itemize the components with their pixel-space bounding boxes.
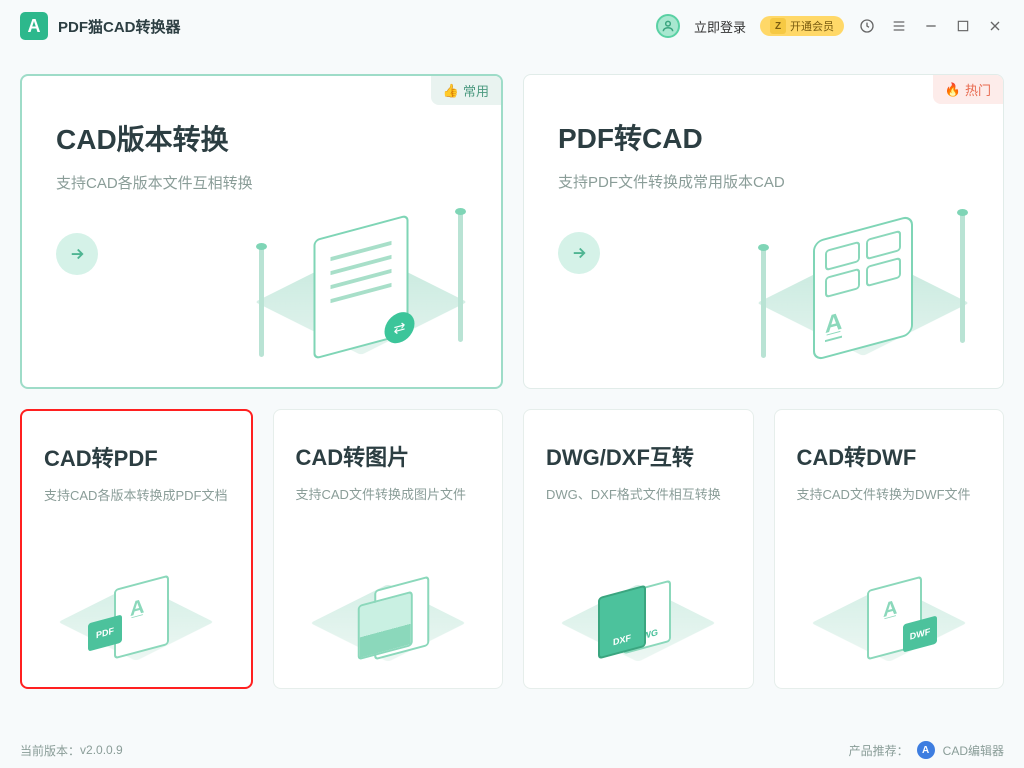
card-title: CAD转DWF [797,440,982,472]
menu-icon[interactable] [890,17,908,35]
user-avatar[interactable] [656,14,680,38]
tools-row: CAD转PDF 支持CAD各版本转换成PDF文档 A̲ PDF CAD转图片 支… [20,409,1004,689]
recommend-icon: A [917,741,935,759]
card-title: CAD转图片 [296,440,481,472]
close-icon[interactable] [986,17,1004,35]
login-link[interactable]: 立即登录 [694,17,746,36]
card-cad-to-dwf[interactable]: CAD转DWF 支持CAD文件转换为DWF文件 A̲ DWF [774,409,1005,689]
fire-icon: 🔥 [945,82,961,98]
arrow-button[interactable] [56,233,98,275]
illustration: A̲ PDF [66,547,206,677]
card-subtitle: DWG、DXF格式文件相互转换 [546,484,731,503]
titlebar: A PDF猫CAD转换器 立即登录 Z 开通会员 [0,0,1024,52]
history-icon[interactable] [858,17,876,35]
card-subtitle: 支持CAD文件转换成图片文件 [296,484,481,503]
footer-right: 产品推荐： A CAD编辑器 [849,741,1004,759]
card-subtitle: 支持CAD各版本转换成PDF文档 [44,485,229,504]
badge-hot: 🔥 热门 [933,75,1003,104]
featured-row: 👍 常用 CAD版本转换 支持CAD各版本文件互相转换 ⇄ 🔥 热门 [20,74,1004,389]
illustration: DWG DXF [568,548,708,678]
version-label: 当前版本： [20,742,80,759]
card-dwg-dxf-convert[interactable]: DWG/DXF互转 DWG、DXF格式文件相互转换 DWG DXF [523,409,754,689]
card-cad-to-image[interactable]: CAD转图片 支持CAD文件转换成图片文件 A̲ [273,409,504,689]
card-cad-version-convert[interactable]: 👍 常用 CAD版本转换 支持CAD各版本文件互相转换 ⇄ [20,74,503,389]
card-pdf-to-cad[interactable]: 🔥 热门 PDF转CAD 支持PDF文件转换成常用版本CAD A̲ [523,74,1004,389]
illustration: A̲ DWF [819,548,959,678]
card-cad-to-pdf[interactable]: CAD转PDF 支持CAD各版本转换成PDF文档 A̲ PDF [20,409,253,689]
illustration: A̲ [318,548,458,678]
recommend-label: 产品推荐： [849,742,909,759]
card-title: DWG/DXF互转 [546,440,731,472]
card-title: CAD版本转换 [56,118,467,158]
badge-label: 热门 [965,80,991,99]
badge-common: 👍 常用 [431,76,501,105]
illustration: ⇄ [241,187,481,387]
card-title: PDF转CAD [558,117,969,157]
vip-button[interactable]: Z 开通会员 [760,16,844,36]
card-subtitle: 支持CAD文件转换为DWF文件 [797,484,982,503]
titlebar-right: 立即登录 Z 开通会员 [656,14,1004,38]
thumbs-up-icon: 👍 [443,83,459,99]
dxf-label: DXF [598,585,646,660]
card-title: CAD转PDF [44,441,229,473]
minimize-icon[interactable] [922,17,940,35]
recommend-product[interactable]: CAD编辑器 [943,742,1004,759]
version-value: v2.0.0.9 [80,743,123,757]
arrow-button[interactable] [558,232,600,274]
main-content: 👍 常用 CAD版本转换 支持CAD各版本文件互相转换 ⇄ 🔥 热门 [0,52,1024,689]
maximize-icon[interactable] [954,17,972,35]
vip-label: 开通会员 [790,18,834,34]
badge-label: 常用 [463,81,489,100]
app-logo: A [20,12,48,40]
vip-badge-icon: Z [770,18,786,34]
footer: 当前版本： v2.0.0.9 产品推荐： A CAD编辑器 [0,732,1024,768]
app-title: PDF猫CAD转换器 [58,16,181,37]
illustration: A̲ [743,188,983,388]
